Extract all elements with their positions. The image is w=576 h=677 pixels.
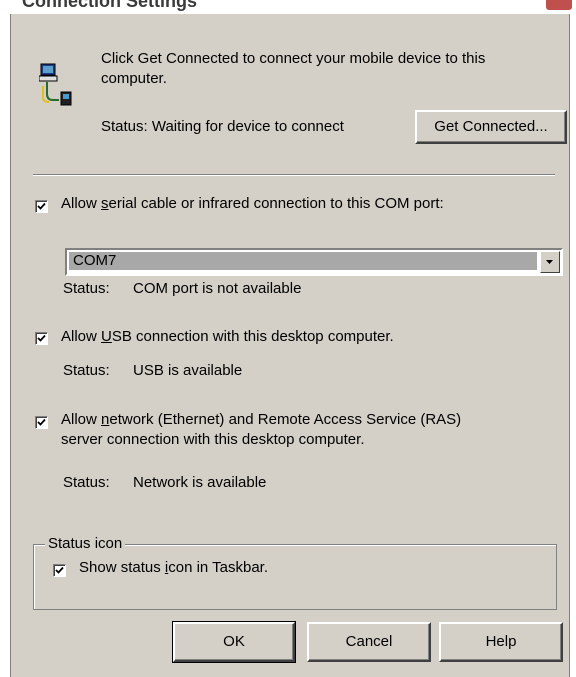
usb-checkbox[interactable] <box>35 332 48 345</box>
network-status-label: Status: <box>63 474 110 491</box>
checkmark-icon <box>55 566 64 574</box>
dropdown-arrow-icon[interactable] <box>540 251 560 273</box>
serial-label[interactable]: Allow serial cable or infrared connectio… <box>61 195 444 212</box>
help-label: Help <box>485 633 517 650</box>
com-port-select[interactable]: COM7 <box>65 248 563 276</box>
checkmark-icon <box>37 418 46 426</box>
status-icon-group <box>33 544 557 610</box>
network-label[interactable]: Allow network (Ethernet) and Remote Acce… <box>61 411 461 428</box>
serial-status-value: COM port is not available <box>133 280 302 297</box>
checkmark-icon <box>37 334 46 342</box>
network-checkbox[interactable] <box>35 416 48 429</box>
taskbar-icon-checkbox[interactable] <box>53 564 66 577</box>
title-bar: Connection Settings <box>0 0 576 14</box>
header-separator <box>33 174 555 176</box>
usb-status-label: Status: <box>63 362 110 379</box>
header-description-line2: computer. <box>101 70 167 87</box>
ok-button[interactable]: OK <box>172 621 296 663</box>
device-connection-icon <box>39 63 72 106</box>
checkmark-icon <box>37 202 46 210</box>
usb-label[interactable]: Allow USB connection with this desktop c… <box>61 328 394 345</box>
window-frame-left <box>0 14 10 677</box>
ok-label: OK <box>223 633 245 650</box>
network-label-line2: server connection with this desktop comp… <box>61 431 365 448</box>
taskbar-icon-label[interactable]: Show status icon in Taskbar. <box>79 559 268 576</box>
serial-checkbox[interactable] <box>35 200 48 213</box>
window-title: Connection Settings <box>22 0 197 11</box>
connection-status-text: Status: Waiting for device to connect <box>101 118 344 135</box>
get-connected-label: Get Connected... <box>434 118 548 135</box>
com-port-value: COM7 <box>69 252 537 270</box>
cancel-label: Cancel <box>345 633 393 650</box>
serial-status-label: Status: <box>63 280 110 297</box>
cancel-button[interactable]: Cancel <box>307 622 431 662</box>
close-icon[interactable] <box>546 0 572 10</box>
get-connected-button[interactable]: Get Connected... <box>415 110 567 144</box>
usb-status-value: USB is available <box>133 362 243 379</box>
status-icon-group-label: Status icon <box>45 535 126 552</box>
network-status-value: Network is available <box>133 474 267 491</box>
connection-settings-dialog: Click Get Connected to connect your mobi… <box>10 14 570 677</box>
header-description-line1: Click Get Connected to connect your mobi… <box>101 50 486 67</box>
help-button[interactable]: Help <box>439 622 563 662</box>
